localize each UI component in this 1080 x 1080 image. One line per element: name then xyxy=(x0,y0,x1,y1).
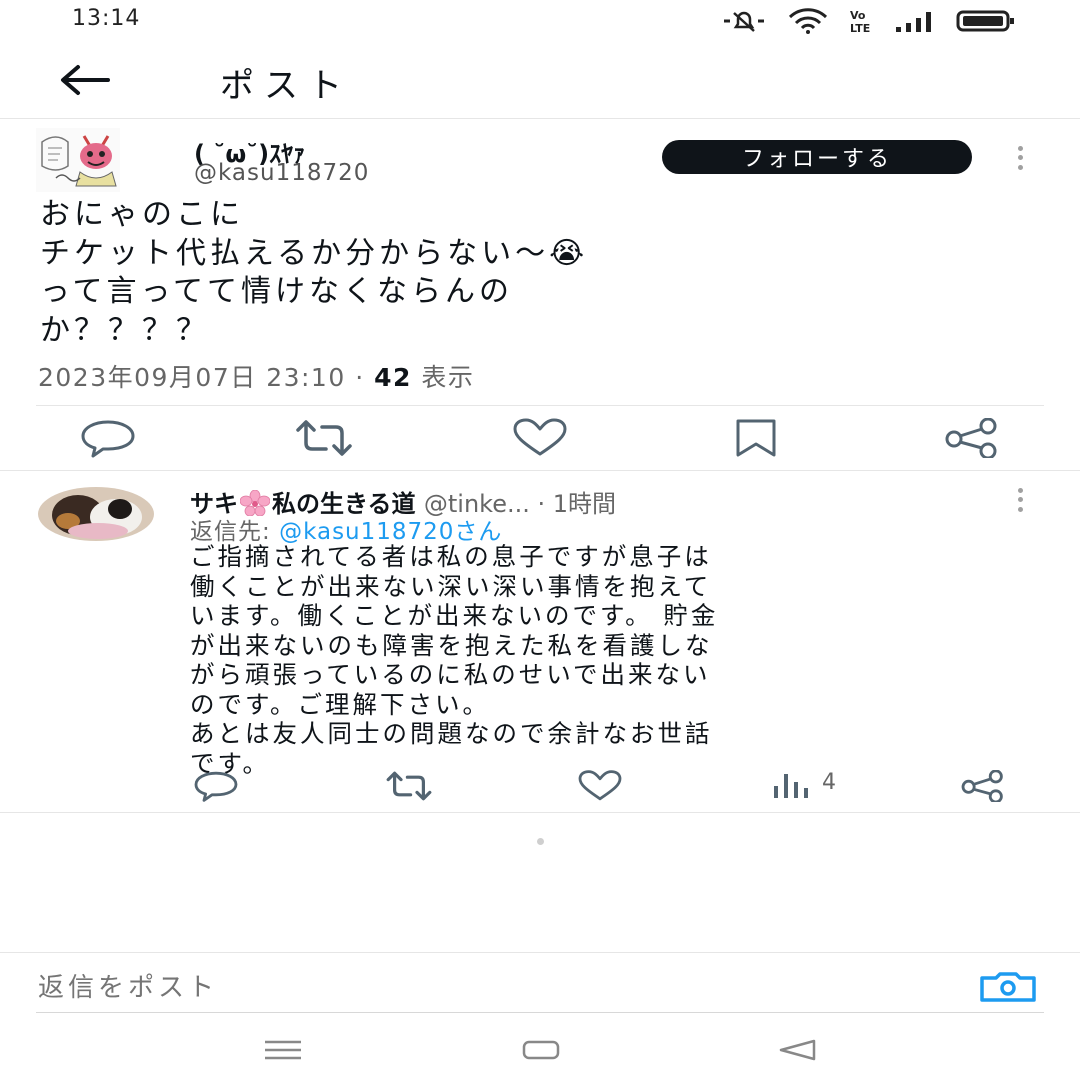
like-icon[interactable] xyxy=(576,770,624,806)
loading-indicator xyxy=(537,838,544,845)
volte-icon: Vo LTE xyxy=(850,8,872,38)
reply-view-count: 4 xyxy=(822,770,836,795)
nav-menu-button[interactable] xyxy=(264,1040,302,1064)
like-icon[interactable] xyxy=(512,418,568,462)
reply-divider xyxy=(0,812,1080,813)
reply-icon[interactable] xyxy=(80,418,136,462)
svg-text:LTE: LTE xyxy=(850,22,870,34)
repost-icon[interactable] xyxy=(294,418,354,462)
post-timestamp[interactable]: 2023年09月07日 23:10 xyxy=(38,363,346,392)
compose-divider xyxy=(0,952,1080,953)
reply-action-bar: 4 xyxy=(0,769,1080,804)
meta-separator: · xyxy=(355,363,375,392)
compose-underline xyxy=(36,1012,1044,1013)
status-time: 13:14 xyxy=(72,6,141,31)
back-triangle-icon xyxy=(778,1039,816,1066)
reply-compose-input[interactable] xyxy=(38,970,938,1006)
post-body: おにゃのこに チケット代払えるか分からない〜😭 って言ってて情けなくならんの か… xyxy=(40,197,589,348)
author-handle[interactable]: @kasu118720 xyxy=(194,160,369,186)
nav-home-button[interactable] xyxy=(522,1040,560,1064)
menu-icon xyxy=(264,1040,302,1064)
views-button[interactable]: 4 xyxy=(772,770,836,804)
share-icon[interactable] xyxy=(944,417,1000,462)
reply-time: · 1時間 xyxy=(537,490,617,518)
view-count: 42 xyxy=(374,363,412,392)
reply-more-options-icon[interactable] xyxy=(1010,486,1030,514)
status-icons: Vo LTE xyxy=(722,8,1016,38)
meta-divider xyxy=(36,405,1044,406)
mute-icon xyxy=(722,9,766,37)
header-divider xyxy=(0,118,1080,119)
wifi-icon xyxy=(788,8,828,38)
view-label: 表示 xyxy=(421,363,475,392)
home-icon xyxy=(522,1040,560,1064)
page-title: ポスト xyxy=(220,66,352,106)
arrow-left-icon xyxy=(58,64,110,100)
svg-text:Vo: Vo xyxy=(850,9,866,22)
share-icon[interactable] xyxy=(960,769,1006,806)
camera-button[interactable] xyxy=(978,972,1038,1006)
bookmark-icon[interactable] xyxy=(734,418,778,462)
camera-icon xyxy=(978,972,1038,1006)
reply-body: ご指摘されてる者は私の息子ですが息子は 働くことが出来ない深い深い事情を抱えて … xyxy=(190,542,719,778)
views-icon xyxy=(772,774,812,804)
follow-button[interactable]: フォローする xyxy=(662,140,972,174)
repost-icon[interactable] xyxy=(384,770,434,806)
signal-icon xyxy=(894,9,934,37)
post-meta: 2023年09月07日 23:10 · 42 表示 xyxy=(38,358,474,394)
post-divider xyxy=(0,470,1080,471)
post-action-bar xyxy=(0,417,1080,460)
nav-back-button[interactable] xyxy=(778,1038,816,1066)
avatar[interactable] xyxy=(36,128,120,192)
reply-icon[interactable] xyxy=(192,770,240,806)
reply-avatar[interactable] xyxy=(38,487,154,541)
back-button[interactable] xyxy=(52,58,116,106)
more-options-icon[interactable] xyxy=(1010,144,1030,172)
battery-icon xyxy=(956,9,1016,37)
reply-to-line: 返信先: @kasu118720さん xyxy=(190,512,502,546)
